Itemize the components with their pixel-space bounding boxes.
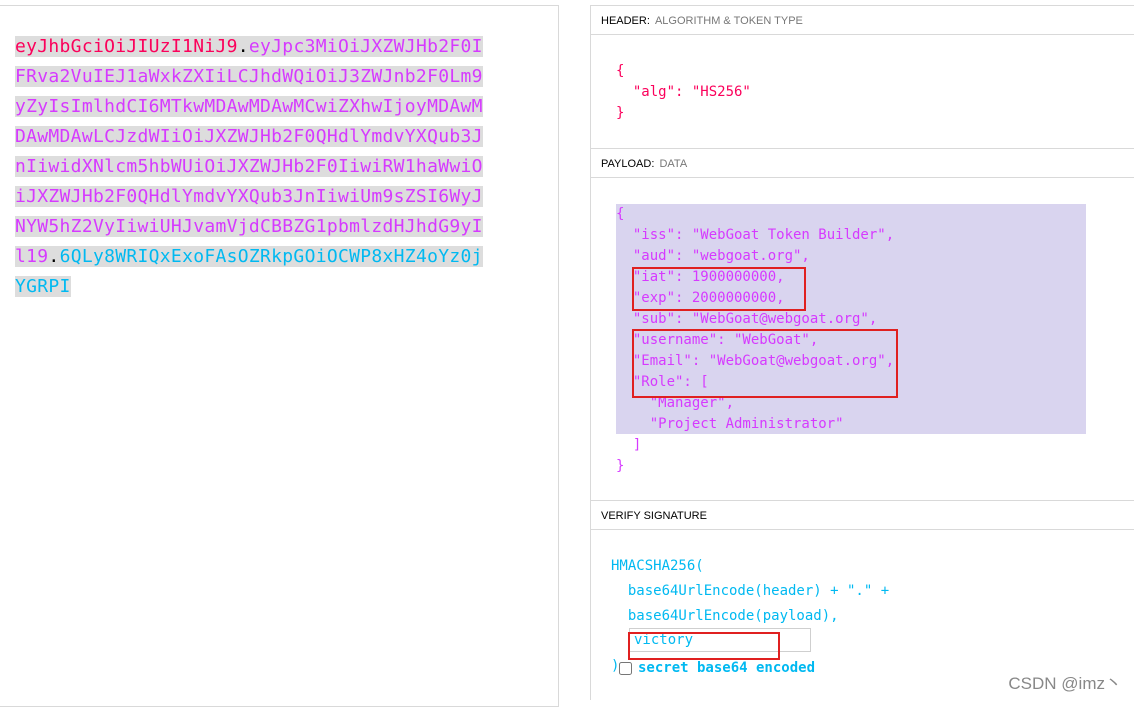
- payload-subtitle-label: DATA: [659, 158, 688, 170]
- header-json-editor[interactable]: { "alg": "HS256" }: [616, 61, 751, 124]
- encoded-signature-segment: 6QLy8WRIQxExoFAsOZRkpGOiOCWP8xHZ4oYz0jYG…: [15, 246, 483, 297]
- secret-base64-label[interactable]: secret base64 encoded: [638, 660, 815, 676]
- payload-title-label: PAYLOAD:: [601, 158, 655, 170]
- secret-base64-row: secret base64 encoded: [611, 660, 815, 676]
- secret-base64-checkbox[interactable]: [619, 661, 632, 675]
- encoded-header-segment: eyJhbGciOiJIUzI1NiJ9: [15, 36, 238, 57]
- annotation-box-secret: [628, 632, 780, 660]
- encoded-payload-segment: eyJpc3MiOiJXZWJHb2F0IFRva2VuIEJ1aWxkZXIi…: [15, 36, 483, 267]
- header-title-label: HEADER:: [601, 15, 650, 27]
- annotation-box-iat-exp: [632, 267, 806, 311]
- encoded-separator-dot: .: [48, 246, 60, 267]
- header-subtitle-label: ALGORITHM & TOKEN TYPE: [654, 15, 803, 27]
- payload-section-title: PAYLOAD: DATA: [591, 148, 1134, 178]
- payload-section: PAYLOAD: DATA { "iss": "WebGoat Token Bu…: [590, 148, 1134, 500]
- header-section-title: HEADER: ALGORITHM & TOKEN TYPE: [591, 5, 1134, 35]
- annotation-box-user-fields: [632, 329, 898, 398]
- header-section: HEADER: ALGORITHM & TOKEN TYPE { "alg": …: [590, 5, 1134, 148]
- verify-section-title: VERIFY SIGNATURE: [591, 500, 1134, 530]
- encoded-token-panel[interactable]: eyJhbGciOiJIUzI1NiJ9.eyJpc3MiOiJXZWJHb2F…: [0, 5, 559, 707]
- encoded-token-text[interactable]: eyJhbGciOiJIUzI1NiJ9.eyJpc3MiOiJXZWJHb2F…: [15, 32, 485, 302]
- watermark: CSDN @imz丶: [1008, 674, 1122, 693]
- encoded-separator-dot: .: [237, 36, 249, 57]
